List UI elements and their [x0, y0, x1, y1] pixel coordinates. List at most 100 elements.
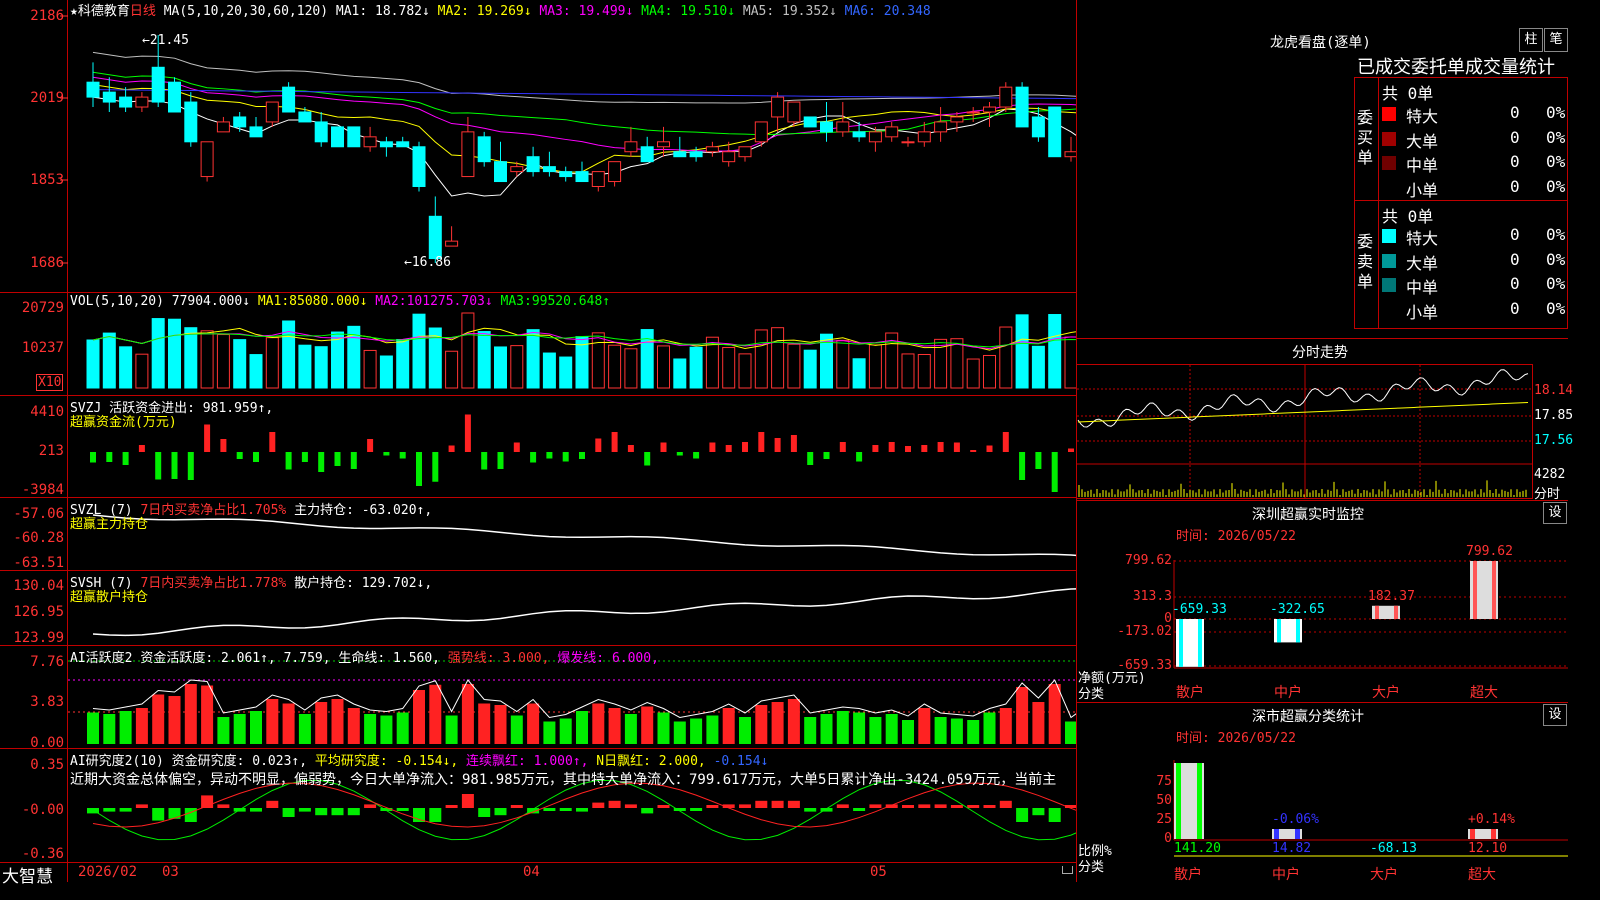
- buy-volume: 0: [1510, 127, 1520, 147]
- volume-bar: [233, 339, 247, 389]
- research-bar: [950, 805, 963, 808]
- ai-research-field: 资金研究度:: [171, 754, 245, 769]
- buy-row: 小单 0 0%: [1380, 176, 1568, 200]
- volume-bar: [836, 339, 850, 389]
- activity-bar: [869, 717, 882, 744]
- activity-bar: [657, 712, 670, 744]
- sc-y-tick: 0: [1164, 831, 1172, 846]
- svzj-bar: [888, 442, 895, 452]
- sc-y-tick: 75: [1156, 774, 1172, 789]
- buy-name: 中单: [1406, 156, 1439, 175]
- activity-bar: [233, 714, 246, 744]
- sz-settings-button[interactable]: 设: [1543, 502, 1567, 524]
- sz-category-label: 超大: [1470, 685, 1498, 701]
- svzj-bar: [839, 442, 846, 452]
- research-bar: [869, 804, 882, 808]
- svzj-bar: [758, 432, 765, 452]
- svzl-y-tick: -57.06: [13, 506, 64, 522]
- activity-bar: [804, 717, 817, 744]
- research-bar: [103, 808, 116, 812]
- svzj-bar: [660, 442, 667, 452]
- svsh-y-tick: 123.99: [13, 630, 64, 646]
- intraday-y-tick: 18.14: [1534, 383, 1574, 398]
- activity-bar: [624, 714, 637, 744]
- sc-x-axis-label: 分类: [1078, 860, 1105, 875]
- lock-icon[interactable]: [1062, 866, 1073, 874]
- sz-bar-value: -322.65: [1270, 602, 1325, 617]
- sc-category-label: 中户: [1272, 867, 1300, 883]
- activity-bar: [478, 703, 491, 744]
- svzj-bar: [807, 452, 814, 465]
- volume-bar: [396, 338, 410, 389]
- volume-bar: [510, 345, 524, 389]
- volume-bar: [86, 339, 100, 389]
- svzj-bar: [611, 432, 618, 452]
- buy-name: 小单: [1406, 180, 1439, 200]
- activity-bar: [934, 717, 947, 744]
- svzj-bar: [236, 452, 243, 459]
- activity-bar: [918, 708, 931, 744]
- activity-bar: [396, 712, 409, 744]
- svzj-bar: [693, 452, 700, 459]
- svzj-bar: [970, 450, 977, 452]
- svzj-value: 981.959↑,: [202, 401, 274, 416]
- activity-bar: [282, 703, 295, 744]
- ai-research-red1: 连续飘红: 1.000↑,: [466, 754, 589, 769]
- svzj-y-tick: 4410: [30, 404, 64, 420]
- svsh-line: [92, 588, 1076, 637]
- buy-volume: 0: [1510, 176, 1520, 196]
- buy-color-swatch: [1382, 156, 1396, 170]
- activity-bar: [1048, 684, 1061, 744]
- sell-percent: 0%: [1546, 274, 1566, 293]
- volume-bar: [657, 345, 670, 389]
- volume-bar: [1031, 345, 1045, 389]
- activity-bar: [429, 684, 442, 744]
- volume-bar: [852, 358, 866, 389]
- x-axis-label: 2026/02: [78, 864, 138, 880]
- svzj-bar: [937, 442, 944, 452]
- volume-bar: [477, 331, 491, 389]
- sell-color-swatch: [1382, 253, 1396, 268]
- volume-bar: [901, 353, 915, 389]
- research-bar: [739, 804, 751, 808]
- activity-bar: [347, 708, 360, 744]
- svzj-bar: [644, 452, 651, 466]
- ai-research-y-tick: -0.36: [21, 846, 64, 862]
- sell-row: 大单 0 0%: [1380, 250, 1568, 273]
- sc-settings-button[interactable]: 设: [1543, 704, 1567, 726]
- activity-bar: [1065, 721, 1076, 744]
- volume-bar: [591, 332, 605, 389]
- svzj-bar: [497, 452, 504, 469]
- svsh-pct: 7日内买卖净占比1.778%: [140, 576, 287, 591]
- buy-color-swatch: [1382, 131, 1396, 146]
- svzj-bar: [823, 452, 830, 459]
- tick-view-button[interactable]: 笔: [1544, 28, 1568, 52]
- volume-bar: [738, 353, 752, 389]
- activity-bar: [592, 703, 605, 744]
- svzj-bar: [1002, 432, 1009, 452]
- activity-bar: [690, 718, 703, 744]
- svzj-bar: [872, 445, 879, 452]
- svzj-bar: [106, 452, 113, 462]
- svzj-subtitle: 超赢资金流(万元): [70, 415, 177, 430]
- activity-bar: [559, 718, 572, 744]
- svzj-bar: [253, 452, 259, 462]
- ai-research-comment: 近期大资金总体偏空，异动不明显，偏弱势，今日大单净流入：981.985万元，其中…: [70, 772, 1057, 788]
- sz-category-label: 散户: [1176, 685, 1204, 701]
- column-view-button[interactable]: 柱: [1519, 28, 1543, 52]
- volume-bar: [526, 329, 540, 389]
- svzj-bar: [546, 452, 553, 459]
- buy-color-swatch: [1382, 107, 1396, 121]
- svzj-bar: [220, 439, 227, 452]
- sc-stats-title: 深市超赢分类统计: [1252, 709, 1364, 725]
- sell-orders-title: 委卖单: [1357, 232, 1374, 291]
- research-bar: [282, 808, 295, 817]
- activity-bar: [885, 714, 898, 744]
- svsh-y-tick: 130.04: [13, 578, 64, 594]
- volume-bar: [559, 356, 573, 389]
- sz-category-label: 大户: [1372, 685, 1400, 701]
- research-bar: [576, 808, 588, 812]
- volume-bar: [135, 353, 149, 389]
- sell-percent: 0%: [1546, 225, 1566, 244]
- activity-bar: [298, 714, 311, 744]
